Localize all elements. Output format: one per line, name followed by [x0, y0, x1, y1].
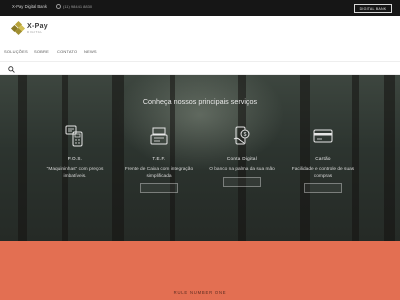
digital-bank-button[interactable]: DIGITAL BANK: [354, 4, 392, 13]
top-bar-brand: X-Pay Digital Bank: [12, 4, 47, 9]
logo-tagline: DIGITAL: [27, 29, 43, 34]
mobile-bank-icon: $: [233, 126, 250, 145]
nav-item-news[interactable]: NEWS: [84, 49, 107, 54]
service-more-button[interactable]: [304, 183, 342, 194]
service-title: Cartão: [315, 156, 331, 161]
service-description: Frente de Caixa com integração simplific…: [124, 167, 194, 179]
service-title: Conta Digital: [226, 156, 258, 161]
whatsapp-icon: [56, 4, 61, 9]
svg-text:$: $: [244, 132, 247, 138]
top-bar-phone[interactable]: (11) 98441 8830: [56, 4, 92, 9]
services-hero: Conheça nossos principais serviços P.O.S…: [0, 75, 400, 241]
nav-item-solucoes[interactable]: SOLUÇÕES: [4, 49, 34, 54]
services-heading: Conheça nossos principais serviços: [142, 97, 258, 106]
header-divider: [0, 61, 400, 62]
site-logo[interactable]: X-Pay DIGITAL: [10, 20, 48, 36]
nav-item-contato[interactable]: CONTATO: [57, 49, 84, 54]
service-conta-digital[interactable]: $ Conta Digital O banco na palma da sua …: [207, 125, 277, 187]
nav-item-sobre[interactable]: SOBRE: [34, 49, 57, 54]
tef-register-icon: [150, 127, 168, 145]
credit-card-icon: [313, 129, 333, 143]
service-description: "Maquininhas" com preços imbatíveis.: [46, 167, 104, 179]
service-title: T.E.F.: [152, 156, 166, 161]
logo-name: X-Pay: [27, 22, 48, 30]
pos-terminal-icon: [65, 125, 83, 147]
search-icon[interactable]: [8, 66, 15, 73]
service-cartao[interactable]: Cartão Facilidade e controle de suas com…: [288, 125, 358, 194]
main-nav: SOLUÇÕES SOBRE CONTATO NEWS: [4, 49, 107, 54]
top-bar: X-Pay Digital Bank (11) 98441 8830 DIGIT…: [0, 0, 400, 16]
service-title: P.O.S.: [67, 156, 83, 161]
site-header: X-Pay DIGITAL SOLUÇÕES SOBRE CONTATO NEW…: [0, 16, 400, 75]
phone-number: (11) 98441 8830: [63, 4, 93, 9]
service-pos[interactable]: P.O.S. "Maquininhas" com preços imbatíve…: [40, 125, 110, 180]
service-more-button[interactable]: [223, 176, 261, 187]
service-description: Facilidade e controle de suas compras: [291, 167, 355, 179]
rule-heading: RULE NUMBER ONE: [173, 290, 227, 295]
service-more-button[interactable]: [140, 183, 178, 194]
logo-diamond-icon: [10, 20, 26, 36]
rule-section: RULE NUMBER ONE: [0, 241, 400, 300]
service-description: O banco na palma da sua mão: [209, 167, 275, 172]
service-tef[interactable]: T.E.F. Frente de Caixa com integração si…: [124, 125, 194, 194]
